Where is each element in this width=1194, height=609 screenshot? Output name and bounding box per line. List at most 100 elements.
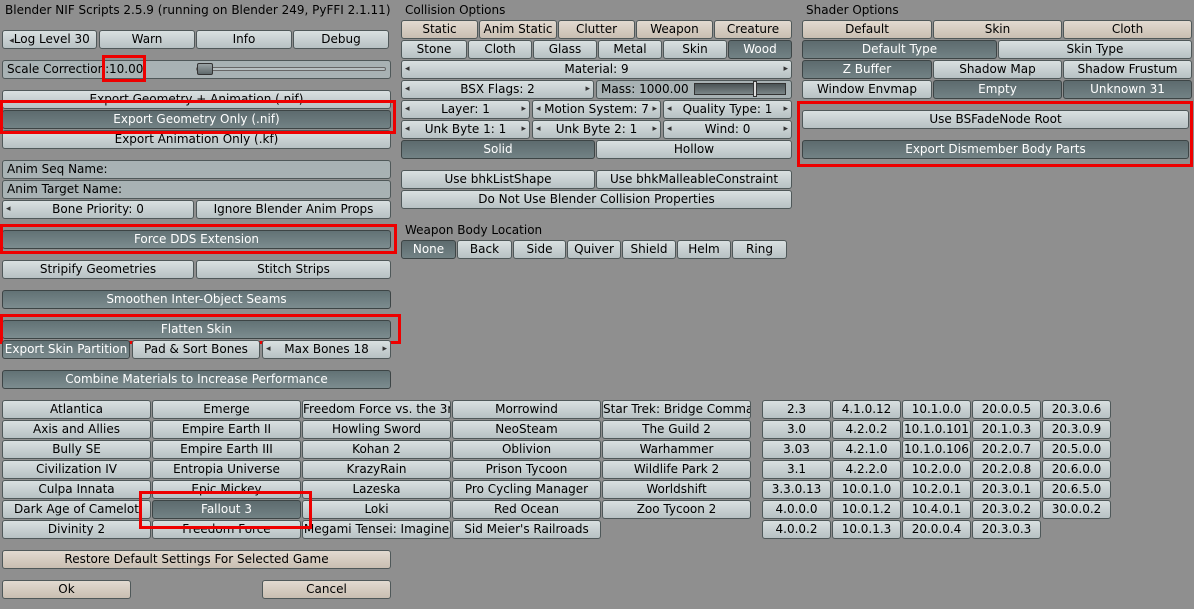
game-item[interactable]: Prison Tycoon [452,460,601,479]
game-item[interactable]: Emerge [152,400,301,419]
game-item[interactable]: Axis and Allies [2,420,151,439]
version-item[interactable]: 2.3 [762,400,831,419]
version-item[interactable]: 4.2.2.0 [832,460,901,479]
version-item[interactable]: 4.2.0.2 [832,420,901,439]
version-item[interactable]: 10.0.1.2 [832,500,901,519]
version-item[interactable]: 20.2.0.7 [972,440,1041,459]
bone-priority-stepper[interactable]: ◂ Bone Priority: 0 [2,200,194,219]
shader-default-type[interactable]: Default Type [802,40,997,59]
debug-button[interactable]: Debug [293,30,389,49]
flatten-skin-button[interactable]: Flatten Skin [2,320,391,339]
shader-cloth[interactable]: Cloth [1063,20,1192,39]
game-item[interactable]: Freedom Force [152,520,301,539]
material-wood[interactable]: Wood [728,40,792,59]
stitch-strips-button[interactable]: Stitch Strips [196,260,391,279]
version-item[interactable]: 30.0.0.2 [1042,500,1111,519]
game-item[interactable]: Epic Mickey [152,480,301,499]
material-stone[interactable]: Stone [401,40,467,59]
version-item[interactable]: 20.1.0.3 [972,420,1041,439]
mass-slider-knob[interactable] [753,81,757,97]
game-item[interactable]: Freedom Force vs. the 3r [302,400,451,419]
game-item[interactable]: Morrowind [452,400,601,419]
bsx-flags-stepper[interactable]: ◂ BSX Flags: 2 ▸ [401,80,594,99]
restore-defaults-button[interactable]: Restore Default Settings For Selected Ga… [2,550,391,569]
version-item[interactable]: 10.4.0.1 [902,500,971,519]
max-bones-stepper[interactable]: ◂ Max Bones 18 ▸ [262,340,391,359]
game-item[interactable]: The Guild 2 [602,420,751,439]
version-item[interactable]: 20.3.0.2 [972,500,1041,519]
game-item[interactable]: Warhammer [602,440,751,459]
force-dds-button[interactable]: Force DDS Extension [2,230,391,249]
hollow-button[interactable]: Hollow [596,140,792,159]
shader-window-envmap[interactable]: Window Envmap [802,80,932,99]
version-item[interactable]: 4.1.0.12 [832,400,901,419]
version-item[interactable]: 10.1.0.101 [902,420,971,439]
game-item[interactable]: Culpa Innata [2,480,151,499]
export-geometry-animation-button[interactable]: Export Geometry + Animation (.nif) [2,90,391,109]
version-item[interactable]: 20.3.0.6 [1042,400,1111,419]
combine-materials-button[interactable]: Combine Materials to Increase Performanc… [2,370,391,389]
version-item[interactable]: 10.0.1.0 [832,480,901,499]
version-item[interactable]: 4.2.1.0 [832,440,901,459]
layer-stepper[interactable]: ◂ Layer: 1 ▸ [401,100,530,119]
version-item[interactable]: 4.0.0.0 [762,500,831,519]
unk-byte1-stepper[interactable]: ◂ Unk Byte 1: 1 ▸ [401,120,530,139]
version-item[interactable]: 3.3.0.13 [762,480,831,499]
material-stepper[interactable]: ◂ Material: 9 ▸ [401,60,792,79]
game-item[interactable]: NeoSteam [452,420,601,439]
weapon-ring[interactable]: Ring [732,240,787,259]
game-item[interactable]: Fallout 3 [152,500,301,519]
version-item[interactable]: 10.0.1.3 [832,520,901,539]
info-button[interactable]: Info [196,30,292,49]
weapon-side[interactable]: Side [513,240,566,259]
material-glass[interactable]: Glass [533,40,597,59]
game-item[interactable]: Kohan 2 [302,440,451,459]
version-item[interactable]: 20.5.0.0 [1042,440,1111,459]
game-item[interactable]: Dark Age of Camelot [2,500,151,519]
cancel-button[interactable]: Cancel [262,580,391,599]
smoothen-seams-button[interactable]: Smoothen Inter-Object Seams [2,290,391,309]
ignore-anim-props-button[interactable]: Ignore Blender Anim Props [196,200,391,219]
version-item[interactable]: 20.0.0.5 [972,400,1041,419]
log-level-button[interactable]: ◂Log Level 30 [2,30,97,49]
weapon-helm[interactable]: Helm [677,240,731,259]
game-item[interactable]: Bully SE [2,440,151,459]
motion-system-stepper[interactable]: ◂ Motion System: 7 ▸ [532,100,661,119]
wind-stepper[interactable]: ◂ Wind: 0 ▸ [663,120,792,139]
weapon-quiver[interactable]: Quiver [567,240,621,259]
game-item[interactable]: Divinity 2 [2,520,151,539]
weapon-none[interactable]: None [401,240,456,259]
game-item[interactable]: Zoo Tycoon 2 [602,500,751,519]
ok-button[interactable]: Ok [2,580,131,599]
game-item[interactable]: KrazyRain [302,460,451,479]
anim-target-name-field[interactable]: Anim Target Name: [2,180,391,199]
export-animation-only-button[interactable]: Export Animation Only (.kf) [2,130,391,149]
version-item[interactable]: 20.0.0.4 [902,520,971,539]
shader-default[interactable]: Default [802,20,932,39]
anim-seq-name-field[interactable]: Anim Seq Name: [2,160,391,179]
version-item[interactable]: 20.6.5.0 [1042,480,1111,499]
material-cloth[interactable]: Cloth [468,40,532,59]
material-skin[interactable]: Skin [663,40,727,59]
scale-slider-track[interactable] [196,67,386,71]
version-item[interactable]: 3.03 [762,440,831,459]
shader-shadow-frustum[interactable]: Shadow Frustum [1063,60,1192,79]
version-item[interactable]: 20.6.0.0 [1042,460,1111,479]
pad-sort-bones-button[interactable]: Pad & Sort Bones [132,340,260,359]
stripify-button[interactable]: Stripify Geometries [2,260,194,279]
game-item[interactable]: Howling Sword [302,420,451,439]
bsfadenode-root-button[interactable]: Use BSFadeNode Root [802,110,1189,129]
export-geometry-only-button[interactable]: Export Geometry Only (.nif) [2,110,391,129]
version-item[interactable]: 10.1.0.0 [902,400,971,419]
game-item[interactable]: Civilization IV [2,460,151,479]
solid-button[interactable]: Solid [401,140,595,159]
game-item[interactable]: Worldshift [602,480,751,499]
bhk-malleable-button[interactable]: Use bhkMalleableConstraint [596,170,792,189]
version-item[interactable]: 4.0.0.2 [762,520,831,539]
game-item[interactable]: Loki [302,500,451,519]
game-item[interactable]: Empire Earth III [152,440,301,459]
version-item[interactable]: 10.2.0.0 [902,460,971,479]
scale-slider-knob[interactable] [197,63,213,75]
game-item[interactable]: Oblivion [452,440,601,459]
collision-type-clutter[interactable]: Clutter [558,20,635,39]
